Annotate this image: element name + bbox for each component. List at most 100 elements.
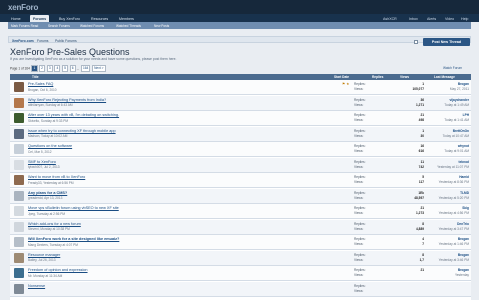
avatar[interactable] — [14, 113, 24, 123]
avatar[interactable] — [14, 237, 24, 247]
last-post-date[interactable]: Yesterday at 8:36 PM — [426, 180, 469, 184]
last-poster[interactable]: vijaychander — [426, 98, 470, 102]
column-views[interactable]: Views — [400, 75, 409, 79]
last-poster[interactable]: teknod — [426, 160, 469, 164]
avatar[interactable] — [14, 283, 24, 294]
nav-inbox[interactable]: Inbox — [406, 15, 421, 22]
last-post-date[interactable]: Yesterday at 3:47 PM — [426, 227, 469, 231]
page-link[interactable]: 1 — [31, 65, 38, 72]
subnav-new-posts[interactable]: New Posts — [154, 24, 169, 28]
thread-title[interactable]: Resource manager — [28, 253, 60, 257]
last-poster[interactable]: Hamid — [426, 175, 469, 179]
thread-row[interactable]: After over 13 years with vB, I'm debatin… — [10, 111, 471, 126]
last-post-date[interactable]: Yesterday at 4:56 PM — [426, 211, 469, 215]
avatar[interactable] — [14, 221, 24, 232]
thread-starter[interactable]: Brogan, Oct 6, 2010 — [28, 88, 57, 92]
avatar[interactable] — [14, 159, 24, 170]
last-poster[interactable]: Brogan — [426, 237, 469, 241]
thread-starter[interactable]: Jpeg, Tuesday at 2:56 PM — [28, 212, 65, 216]
watch-forum-link[interactable]: Watch Forum — [443, 66, 462, 70]
thread-starter[interactable]: Cel, Mar 5, 2012 — [28, 150, 52, 154]
rss-icon[interactable] — [414, 40, 418, 44]
last-post-date[interactable]: May 27, 2011 — [426, 87, 469, 91]
thread-row[interactable]: Any plans for a CMS? greaderdd, Apr 13, 2… — [10, 188, 471, 204]
column-replies[interactable]: Replies — [372, 75, 383, 79]
last-post-date[interactable]: Yesterday at 3:46 PM — [426, 258, 469, 262]
thread-row[interactable]: Nonsense Replies: Views: — [10, 281, 471, 297]
last-post-date[interactable]: Yesterday at 1:46 PM — [426, 242, 469, 246]
tab-resources[interactable]: Resources — [88, 15, 111, 22]
page-link[interactable]: 164 — [80, 65, 91, 72]
page-link[interactable]: 6 — [69, 65, 76, 72]
thread-row[interactable]: Move vps vBulletin forum using vbSEO to … — [10, 204, 471, 219]
last-poster[interactable]: Brogan — [426, 253, 469, 257]
last-poster[interactable]: Brogan — [426, 82, 469, 86]
nav-account[interactable]: AshXCR — [380, 15, 400, 22]
avatar[interactable] — [14, 97, 24, 108]
thread-row[interactable]: SMF to XenForo tyiwch007, Jul 2, 2013 Repl… — [10, 157, 471, 173]
page-link[interactable]: 4 — [54, 65, 61, 72]
nav-help[interactable]: Help — [458, 15, 471, 22]
last-poster[interactable]: Skig — [426, 206, 469, 210]
page-link[interactable]: 2 — [38, 65, 46, 72]
page-link[interactable]: 5 — [61, 65, 69, 72]
last-post-date[interactable]: Yesterday at 11:07 PM — [426, 165, 469, 169]
post-new-thread-button[interactable]: Post New Thread — [423, 38, 470, 46]
breadcrumb-public-forums[interactable]: Public Forums — [55, 39, 77, 43]
thread-row[interactable]: Which add-ons for a new forum Steveni, Mo… — [10, 219, 471, 235]
thread-title[interactable]: Will XenForo work for a site designed li… — [28, 237, 119, 241]
thread-row[interactable]: Will XenForo work for a site designed li… — [10, 235, 471, 250]
thread-starter[interactable]: Bailey, Jul 26, 2013 — [28, 258, 56, 262]
tab-forums[interactable]: Forums — [30, 15, 50, 22]
last-poster[interactable]: DenTrio — [426, 222, 469, 226]
thread-starter[interactable]: Steveni, Monday at 10:38 PM — [28, 227, 70, 231]
last-poster[interactable]: LPH — [426, 113, 469, 117]
nav-alerts[interactable]: Alerts — [424, 15, 439, 22]
subnav-search-forums[interactable]: Search Forums — [48, 24, 70, 28]
avatar[interactable] — [14, 252, 24, 263]
avatar[interactable] — [14, 190, 24, 201]
subnav-mark-read[interactable]: Mark Forums Read — [11, 24, 38, 28]
last-poster[interactable]: Brogan — [426, 268, 469, 272]
thread-row[interactable]: Freedom of opinion and expression Mr. Mon… — [10, 266, 471, 281]
thread-title[interactable]: Questions on the software — [28, 144, 72, 148]
thread-starter[interactable]: Mang Dexters, Tuesday at 4:07 PM — [28, 243, 78, 247]
last-poster[interactable]: TLMD — [426, 191, 469, 195]
thread-starter[interactable]: Skivelto, Sunday at 9:33 PM — [28, 119, 68, 123]
thread-title[interactable]: Pre-Sales FAQ — [28, 82, 53, 86]
thread-starter[interactable]: tyiwch007, Jul 2, 2013 — [28, 165, 60, 169]
thread-title[interactable]: SMF to XenForo — [28, 160, 56, 164]
avatar[interactable] — [14, 128, 24, 139]
thread-row[interactable]: Issue when try to connecting XF through … — [10, 126, 471, 142]
thread-title[interactable]: After over 13 years with vB, I'm debatin… — [28, 113, 119, 117]
tab-members[interactable]: Members — [116, 15, 137, 22]
thread-starter[interactable]: Mr. Monday at 11:34 AM — [28, 274, 62, 278]
subnav-watched-threads[interactable]: Watched Threads — [116, 24, 141, 28]
thread-row[interactable]: Want to move from vB to XenForo Fready33,… — [10, 173, 471, 188]
last-poster[interactable]: whynot — [426, 144, 469, 148]
last-post-date[interactable]: Today at 1:41 AM — [426, 118, 469, 122]
last-poster[interactable]: BrettOnOn — [426, 129, 469, 133]
avatar[interactable] — [14, 206, 24, 216]
thread-title[interactable]: Issue when try to connecting XF through … — [28, 129, 116, 133]
avatar[interactable] — [14, 175, 24, 185]
thread-starter[interactable]: greaderdd, Apr 13, 2013 — [28, 196, 62, 200]
thread-title[interactable]: Which add-ons for a new forum — [28, 222, 81, 226]
thread-row[interactable]: Questions on the software Cel, Mar 5, 201… — [10, 142, 471, 157]
last-post-date[interactable]: Today at 9:01 AM — [426, 149, 469, 153]
breadcrumb-forums[interactable]: Forums — [37, 39, 49, 43]
last-post-date[interactable]: Yesterday at 5:20 PM — [426, 196, 469, 200]
thread-row[interactable]: Resource manager Bailey, Jul 26, 2013 Repl… — [10, 250, 471, 266]
thread-title[interactable]: Any plans for a CMS? — [28, 191, 67, 195]
tab-home[interactable]: Home — [8, 15, 24, 22]
thread-row[interactable]: Pre-Sales FAQ Brogan, Oct 6, 2010 ⚑ ★ Repli… — [10, 80, 471, 95]
avatar[interactable] — [14, 82, 24, 92]
avatar[interactable] — [14, 268, 24, 278]
thread-starter[interactable]: abhilarryan, Sunday at 6:43 AM — [28, 103, 72, 107]
thread-title[interactable]: Nonsense — [28, 284, 45, 288]
avatar[interactable] — [14, 144, 24, 154]
next-page-button[interactable]: Next > — [91, 65, 106, 72]
subnav-watched-forums[interactable]: Watched Forums — [80, 24, 104, 28]
tab-buy-xenforo[interactable]: Buy XenForo — [56, 15, 83, 22]
thread-starter[interactable]: Fready33, Yesterday at 6:56 PM — [28, 181, 74, 185]
